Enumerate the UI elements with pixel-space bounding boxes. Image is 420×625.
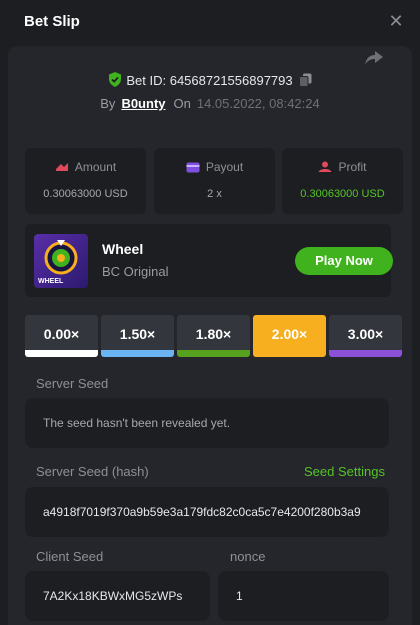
on-label: On [173,96,191,111]
amount-label: Amount [74,160,117,174]
multiplier-color-bar [177,350,250,357]
modal-header: Bet Slip ✕ [0,0,420,46]
server-seed-value: The seed hasn't been revealed yet. [43,416,231,430]
nonce-value: 1 [236,589,243,603]
client-seed-field[interactable]: 7A2Kx18KBWxMG5zWPs [25,571,210,621]
multiplier-label: 2.00× [271,326,308,342]
server-seed-hash-field[interactable]: a4918f7019f370a9b59e3a179fdc82c0ca5c7e42… [25,487,389,537]
multiplier-color-bar [329,350,402,357]
profit-value: 0.30063000 USD [300,188,385,200]
game-card: WHEEL Wheel BC Original Play Now [25,224,393,297]
verified-shield-icon [108,72,122,90]
profit-label: Profit [338,160,367,174]
amount-card: Amount 0.30063000 USD [25,148,146,214]
seed-settings-link[interactable]: Seed Settings [304,464,385,479]
multiplier-label: 1.50× [119,326,156,342]
game-name: Wheel [102,241,144,257]
profit-icon [318,161,332,172]
nonce-label: nonce [230,549,266,564]
username-link[interactable]: B0unty [121,96,165,111]
server-seed-hash-value: a4918f7019f370a9b59e3a179fdc82c0ca5c7e42… [43,505,361,519]
bettor-row: By B0unty On 14.05.2022, 08:42:24 [0,96,420,114]
multiplier-1: 1.50× [101,315,174,357]
close-icon[interactable]: ✕ [388,12,404,30]
payout-value: 2 x [207,188,222,200]
game-thumb-label: WHEEL [38,278,64,285]
client-seed-label: Client Seed [36,549,104,564]
multiplier-label: 3.00× [347,326,384,342]
nonce-field[interactable]: 1 [218,571,389,621]
profit-card: Profit 0.30063000 USD [282,148,403,214]
client-seed-value: 7A2Kx18KBWxMG5zWPs [43,589,183,603]
share-icon[interactable] [364,50,384,66]
server-seed-label: Server Seed [36,376,109,391]
by-label: By [100,96,116,111]
amount-icon [55,163,68,171]
bet-id: Bet ID: 64568721556897793 [126,73,293,88]
copy-icon[interactable] [298,73,312,90]
multiplier-2: 1.80× [177,315,250,357]
modal-title: Bet Slip [24,13,80,30]
server-seed-field: The seed hasn't been revealed yet. [25,398,389,448]
multiplier-label: 0.00× [43,326,80,342]
wallet-icon [186,162,200,173]
play-now-button[interactable]: Play Now [295,247,393,275]
server-seed-hash-label: Server Seed (hash) [36,464,149,479]
payout-label: Payout [205,160,244,174]
multiplier-color-bar [101,350,174,357]
multiplier-label: 1.80× [195,326,232,342]
multiplier-color-bar [25,350,98,357]
multiplier-3-active: 2.00× [253,315,326,357]
amount-value: 0.30063000 USD [43,188,128,200]
bet-id-row: Bet ID: 64568721556897793 [0,72,420,92]
multiplier-4: 3.00× [329,315,402,357]
payout-card: Payout 2 x [154,148,275,214]
bet-datetime: 14.05.2022, 08:42:24 [196,96,320,111]
bet-slip-modal: Bet Slip ✕ Bet ID: 64568721556897793 By B… [0,0,420,625]
game-thumbnail[interactable]: WHEEL [34,234,88,288]
multiplier-0: 0.00× [25,315,98,357]
game-provider: BC Original [102,264,169,279]
